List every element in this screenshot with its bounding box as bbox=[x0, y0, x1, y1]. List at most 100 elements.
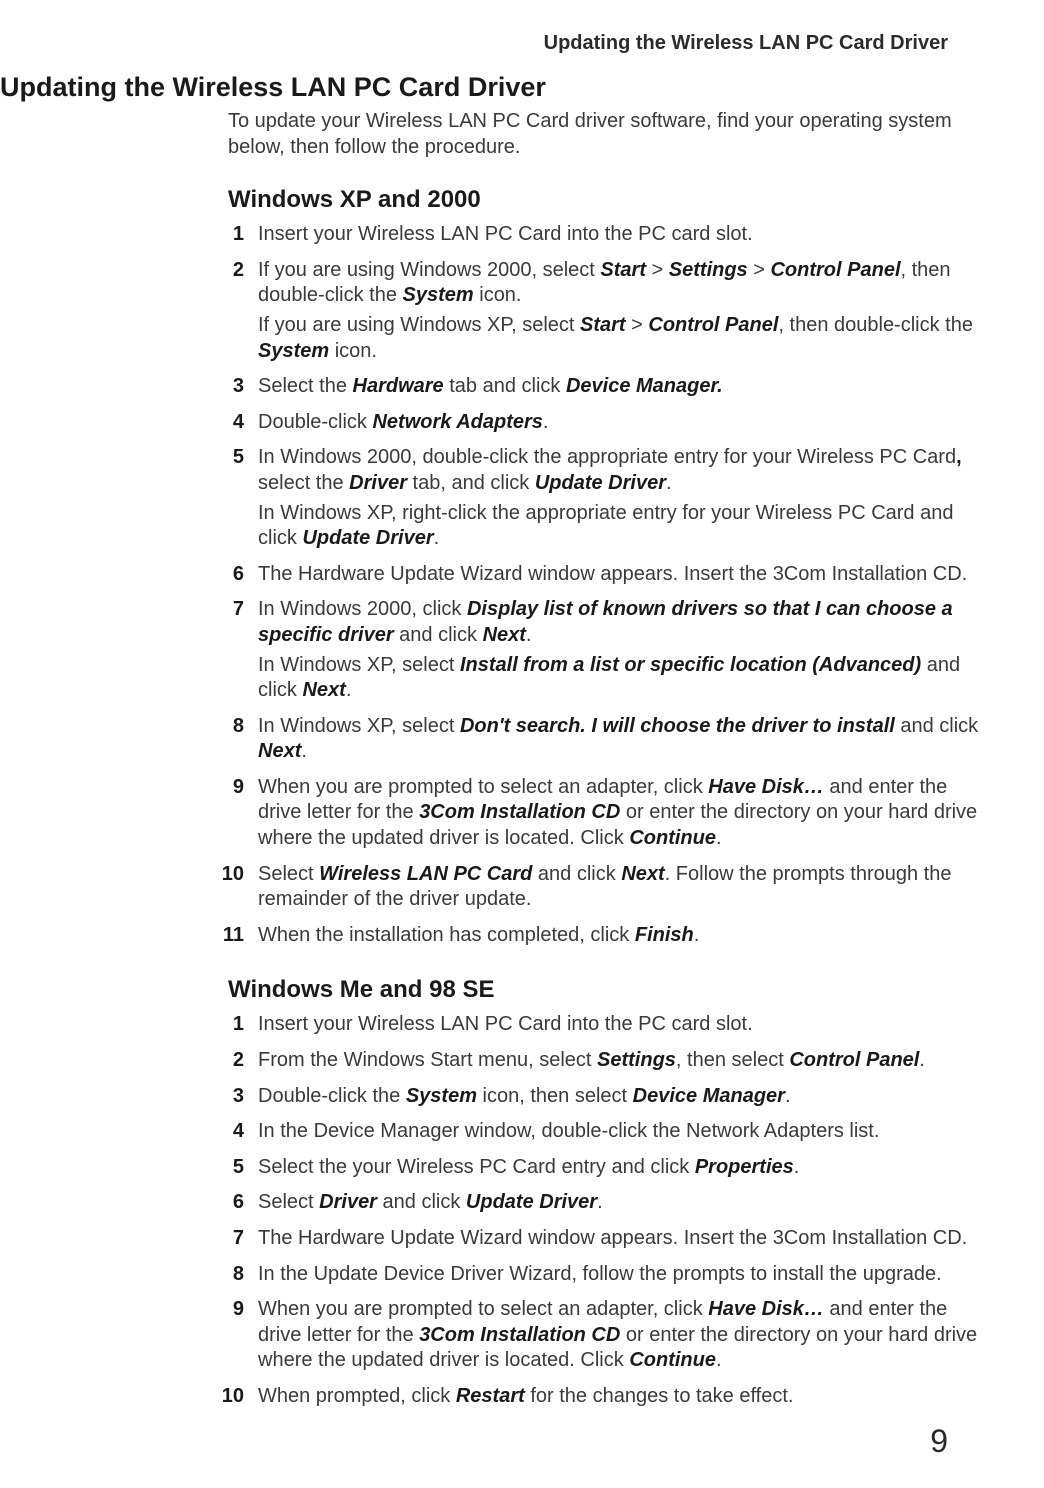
text-run: . bbox=[716, 1349, 722, 1371]
step-item: 6Select Driver and click Update Driver. bbox=[0, 1190, 980, 1216]
emph-text: Hardware bbox=[353, 375, 444, 397]
step-paragraph: Double-click Network Adapters. bbox=[258, 410, 980, 436]
step-paragraph: Double-click the System icon, then selec… bbox=[258, 1084, 980, 1110]
text-run: When you are prompted to select an adapt… bbox=[258, 1298, 708, 1320]
text-run: icon, then select bbox=[477, 1085, 633, 1107]
step-list: 1Insert your Wireless LAN PC Card into t… bbox=[0, 1012, 980, 1409]
text-run: In Windows XP, select bbox=[258, 715, 460, 737]
step-item: 4In the Device Manager window, double-cl… bbox=[0, 1119, 980, 1145]
emph-text: Wireless LAN PC Card bbox=[319, 863, 532, 885]
page-content: Updating the Wireless LAN PC Card Driver… bbox=[0, 72, 1044, 1438]
step-item: 3Select the Hardware tab and click Devic… bbox=[0, 374, 980, 400]
step-body: The Hardware Update Wizard window appear… bbox=[258, 1226, 980, 1252]
step-paragraph: If you are using Windows XP, select Star… bbox=[258, 313, 980, 364]
emph-text: Settings bbox=[669, 259, 748, 281]
text-run: . bbox=[526, 624, 532, 646]
emph-text: , bbox=[956, 446, 962, 468]
text-run: and click bbox=[895, 715, 978, 737]
step-number: 5 bbox=[0, 1155, 258, 1181]
step-body: Select Driver and click Update Driver. bbox=[258, 1190, 980, 1216]
step-number: 1 bbox=[0, 1012, 258, 1038]
step-paragraph: Select Wireless LAN PC Card and click Ne… bbox=[258, 862, 980, 913]
text-run: . bbox=[301, 740, 307, 762]
emph-text: Start bbox=[580, 314, 626, 336]
emph-text: Driver bbox=[349, 472, 407, 494]
step-paragraph: Select the your Wireless PC Card entry a… bbox=[258, 1155, 980, 1181]
step-paragraph: Insert your Wireless LAN PC Card into th… bbox=[258, 1012, 980, 1038]
sections: Windows XP and 20001Insert your Wireless… bbox=[0, 186, 980, 1409]
step-body: When prompted, click Restart for the cha… bbox=[258, 1384, 980, 1410]
emph-text: Have Disk… bbox=[708, 776, 824, 798]
step-body: If you are using Windows 2000, select St… bbox=[258, 258, 980, 364]
step-number: 6 bbox=[0, 562, 258, 588]
step-paragraph: From the Windows Start menu, select Sett… bbox=[258, 1048, 980, 1074]
emph-text: System bbox=[403, 284, 474, 306]
text-run: . bbox=[666, 472, 672, 494]
step-paragraph: If you are using Windows 2000, select St… bbox=[258, 258, 980, 309]
text-run: Insert your Wireless LAN PC Card into th… bbox=[258, 1013, 753, 1035]
step-paragraph: When prompted, click Restart for the cha… bbox=[258, 1384, 980, 1410]
emph-text: Next bbox=[302, 679, 345, 701]
emph-text: Control Panel bbox=[789, 1049, 919, 1071]
text-run: The Hardware Update Wizard window appear… bbox=[258, 563, 967, 585]
step-item: 7In Windows 2000, click Display list of … bbox=[0, 597, 980, 703]
emph-text: Next bbox=[621, 863, 664, 885]
text-run: . bbox=[716, 827, 722, 849]
text-run: When prompted, click bbox=[258, 1385, 456, 1407]
text-run: When the installation has completed, cli… bbox=[258, 924, 635, 946]
step-body: Insert your Wireless LAN PC Card into th… bbox=[258, 222, 980, 248]
step-paragraph: In the Device Manager window, double-cli… bbox=[258, 1119, 980, 1145]
step-number: 3 bbox=[0, 1084, 258, 1110]
text-run: Select the bbox=[258, 375, 353, 397]
text-run: > bbox=[748, 259, 771, 281]
step-item: 2From the Windows Start menu, select Set… bbox=[0, 1048, 980, 1074]
step-paragraph: When you are prompted to select an adapt… bbox=[258, 1297, 980, 1374]
emph-text: Network Adapters bbox=[372, 411, 542, 433]
text-run: and click bbox=[394, 624, 483, 646]
text-run: Double-click bbox=[258, 411, 372, 433]
emph-text: System bbox=[406, 1085, 477, 1107]
step-body: The Hardware Update Wizard window appear… bbox=[258, 562, 980, 588]
text-run: In Windows 2000, click bbox=[258, 598, 467, 620]
text-run: When you are prompted to select an adapt… bbox=[258, 776, 708, 798]
emph-text: Device Manager bbox=[633, 1085, 785, 1107]
emph-text: Driver bbox=[319, 1191, 377, 1213]
step-item: 10When prompted, click Restart for the c… bbox=[0, 1384, 980, 1410]
text-run: Select the your Wireless PC Card entry a… bbox=[258, 1156, 695, 1178]
step-paragraph: Insert your Wireless LAN PC Card into th… bbox=[258, 222, 980, 248]
step-item: 2If you are using Windows 2000, select S… bbox=[0, 258, 980, 364]
text-run: > bbox=[646, 259, 669, 281]
emph-text: Update Driver bbox=[466, 1191, 597, 1213]
text-run: tab and click bbox=[444, 375, 566, 397]
step-item: 3Double-click the System icon, then sele… bbox=[0, 1084, 980, 1110]
intro-paragraph: To update your Wireless LAN PC Card driv… bbox=[228, 109, 980, 160]
step-body: When the installation has completed, cli… bbox=[258, 923, 980, 949]
text-run: Select bbox=[258, 1191, 319, 1213]
step-paragraph: In Windows XP, select Don't search. I wi… bbox=[258, 714, 980, 765]
text-run: Insert your Wireless LAN PC Card into th… bbox=[258, 223, 753, 245]
step-body: When you are prompted to select an adapt… bbox=[258, 1297, 980, 1374]
text-run: Select bbox=[258, 863, 319, 885]
text-run: . bbox=[694, 924, 700, 946]
text-run: Double-click the bbox=[258, 1085, 406, 1107]
emph-text: Have Disk… bbox=[708, 1298, 824, 1320]
text-run: If you are using Windows 2000, select bbox=[258, 259, 600, 281]
page-title: Updating the Wireless LAN PC Card Driver bbox=[0, 72, 980, 103]
step-body: In Windows 2000, double-click the approp… bbox=[258, 445, 980, 551]
emph-text: System bbox=[258, 340, 329, 362]
text-run: In the Device Manager window, double-cli… bbox=[258, 1120, 879, 1142]
step-item: 7The Hardware Update Wizard window appea… bbox=[0, 1226, 980, 1252]
step-item: 1Insert your Wireless LAN PC Card into t… bbox=[0, 1012, 980, 1038]
section-heading: Windows XP and 2000 bbox=[228, 186, 980, 214]
text-run: If you are using Windows XP, select bbox=[258, 314, 580, 336]
step-body: In Windows 2000, click Display list of k… bbox=[258, 597, 980, 703]
emph-text: Continue bbox=[629, 1349, 716, 1371]
step-body: Double-click the System icon, then selec… bbox=[258, 1084, 980, 1110]
text-run: . bbox=[794, 1156, 800, 1178]
step-number: 5 bbox=[0, 445, 258, 471]
step-number: 4 bbox=[0, 410, 258, 436]
step-number: 3 bbox=[0, 374, 258, 400]
step-paragraph: In Windows XP, right-click the appropria… bbox=[258, 501, 980, 552]
text-run: . bbox=[543, 411, 549, 433]
step-number: 8 bbox=[0, 1262, 258, 1288]
